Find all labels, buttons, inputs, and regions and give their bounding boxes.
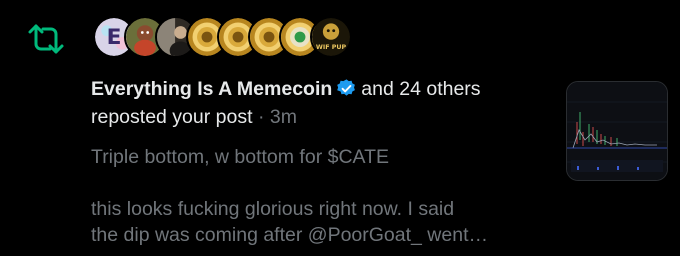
timestamp[interactable]: 3m	[270, 106, 297, 128]
avatar-text: WIF PUP	[316, 44, 347, 51]
wiw-pup-avatar[interactable]: WIF PUP	[310, 16, 352, 58]
avatar-letter: E	[107, 25, 122, 50]
verified-badge-icon	[336, 78, 357, 99]
post-line: Triple bottom, w bottom for $CATE	[91, 146, 390, 168]
separator-dot: ·	[257, 106, 265, 128]
others-count[interactable]: and 24 others	[361, 78, 480, 100]
post-line: this looks fucking glorious right now. I…	[91, 198, 455, 220]
post-line: the dip was coming after @PoorGoat_ went…	[91, 224, 488, 246]
action-text: reposted your post	[91, 106, 253, 128]
price-chart-thumbnail[interactable]	[566, 81, 668, 181]
repost-icon	[26, 22, 66, 56]
notification-headline: Everything Is A Memecoin and 24 others	[91, 76, 561, 102]
notification-action-line: reposted your post · 3m	[91, 104, 297, 130]
actor-name[interactable]: Everything Is A Memecoin	[91, 78, 332, 100]
